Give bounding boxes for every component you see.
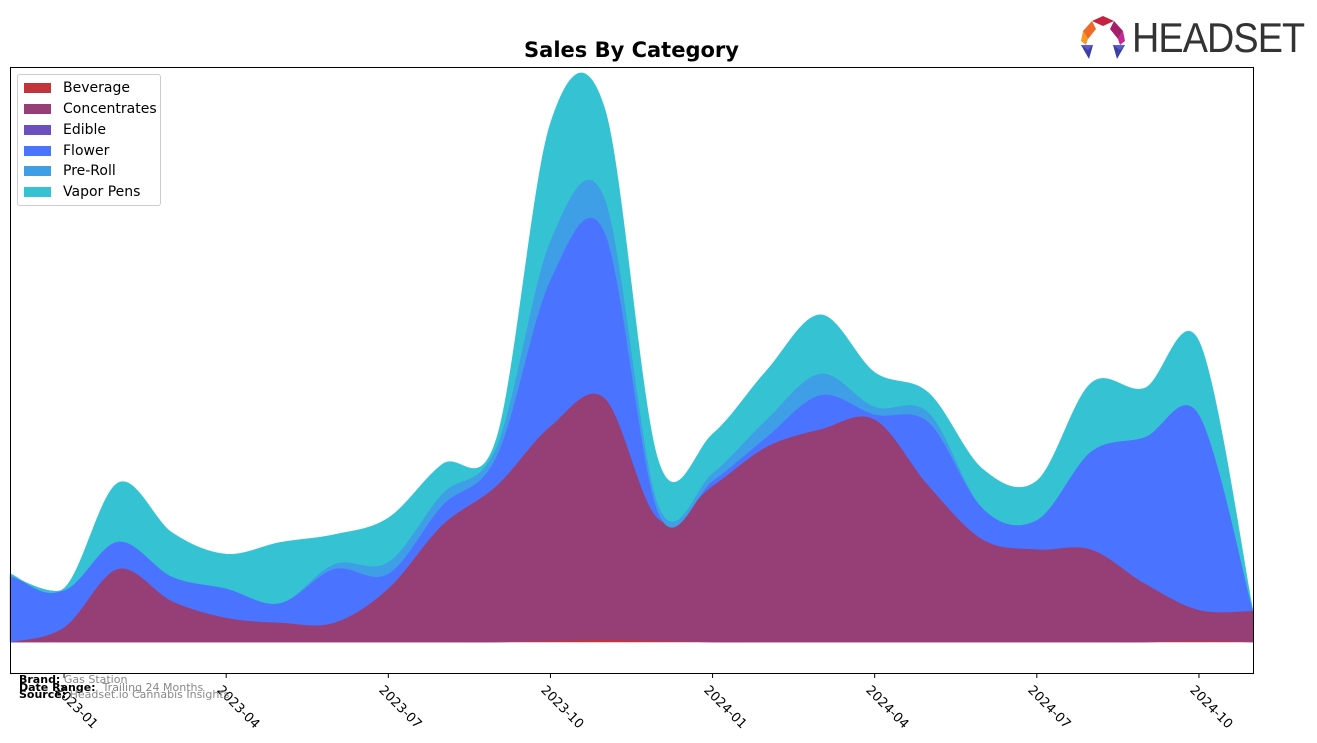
legend-label: Vapor Pens (63, 184, 141, 200)
legend: Beverage Concentrates Edible Flower Pre-… (17, 74, 161, 206)
legend-label: Edible (63, 122, 107, 138)
legend-label: Concentrates (63, 101, 157, 117)
headset-logo: HEADSET (1080, 14, 1317, 62)
legend-swatch (24, 104, 51, 114)
legend-label: Pre-Roll (63, 163, 116, 179)
headset-logo-icon (1081, 16, 1125, 59)
headset-logo-text: HEADSET (1132, 14, 1305, 61)
legend-item-vapor-pens: Vapor Pens (24, 183, 140, 201)
legend-swatch (24, 125, 51, 135)
legend-label: Beverage (63, 80, 130, 96)
footer-source: Source: Headset.io Cannabis Insights (19, 689, 229, 700)
source-label: Source: (19, 688, 67, 701)
legend-item-beverage: Beverage (24, 79, 130, 97)
legend-item-pre-roll: Pre-Roll (24, 162, 116, 180)
legend-swatch (24, 166, 51, 176)
chart-plot (9, 67, 1254, 678)
stacked-areas (9, 72, 1254, 643)
legend-swatch (24, 187, 51, 197)
source-value: Headset.io Cannabis Insights (69, 688, 230, 701)
x-axis-ticks (63, 673, 1200, 678)
legend-label: Flower (63, 143, 110, 159)
legend-swatch (24, 83, 51, 93)
legend-item-flower: Flower (24, 142, 109, 160)
legend-swatch (24, 146, 51, 156)
legend-item-concentrates: Concentrates (24, 100, 157, 118)
chart-title: Sales By Category (524, 38, 739, 62)
legend-item-edible: Edible (24, 121, 106, 139)
